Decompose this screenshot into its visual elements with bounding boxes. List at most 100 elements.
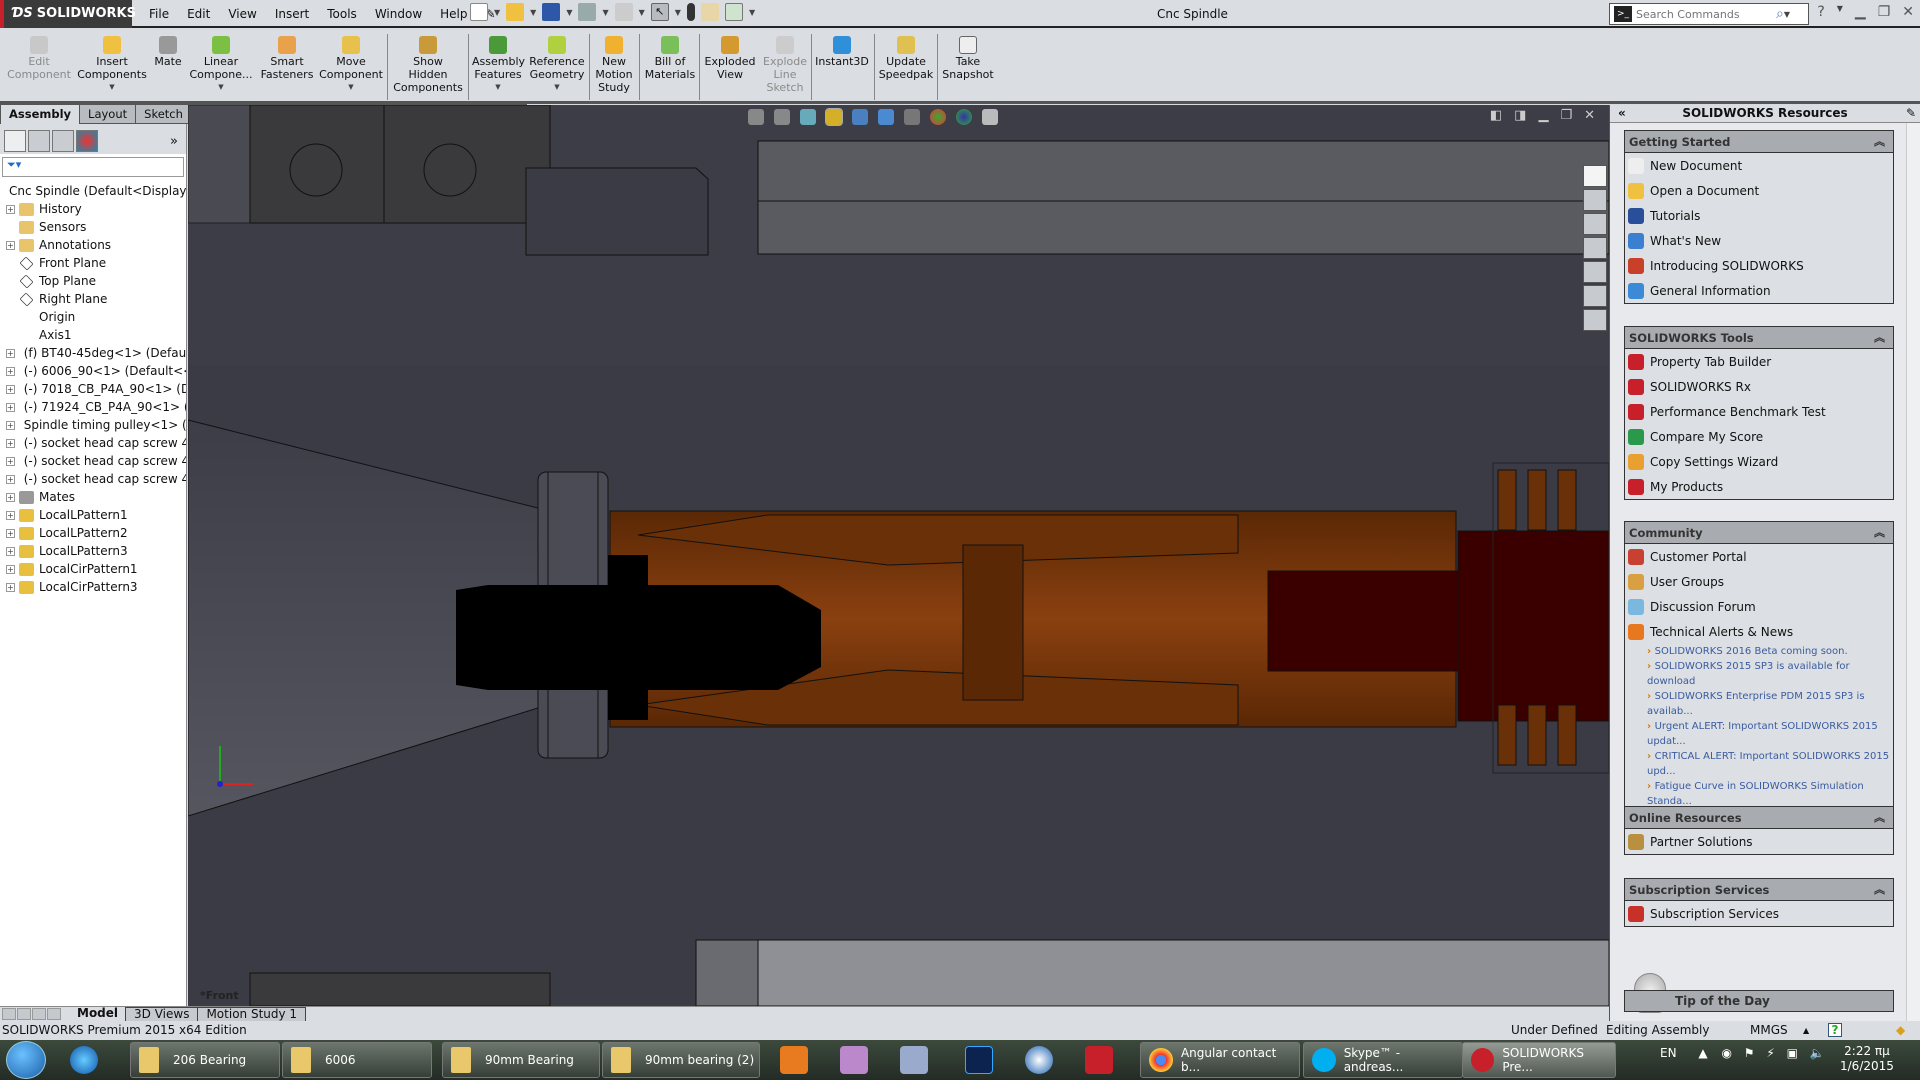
edit-component-button[interactable]: Edit Component [6, 34, 72, 81]
new-document-icon[interactable] [470, 3, 488, 21]
expand-icon[interactable]: + [6, 204, 15, 214]
resource-link[interactable]: My Products [1625, 474, 1893, 499]
open-folder-icon[interactable] [506, 3, 525, 21]
tab-sketch[interactable]: Sketch [135, 104, 192, 124]
photoshop-icon[interactable] [965, 1046, 993, 1074]
taskbar-window-button[interactable]: 90mm bearing (2) [602, 1042, 760, 1078]
view-palette-tab[interactable] [1583, 237, 1607, 259]
taskbar-window-button[interactable]: 6006 [282, 1042, 432, 1078]
configuration-manager-tab[interactable] [52, 130, 74, 152]
menu-view[interactable]: View [219, 7, 265, 21]
resource-link[interactable]: Compare My Score [1625, 424, 1893, 449]
tree-item[interactable]: + LocalCirPattern3 [0, 578, 186, 596]
news-link[interactable]: SOLIDWORKS Enterprise PDM 2015 SP3 is av… [1647, 689, 1893, 719]
solidworks-logo[interactable]: ƊS SOLIDWORKS [0, 0, 136, 28]
task-pane-scrollbar[interactable] [1906, 123, 1920, 1021]
tree-item[interactable]: + (-) 6006_90<1> (Default<<D [0, 362, 186, 380]
calculator-icon[interactable] [900, 1046, 928, 1074]
new-motion-study-button[interactable]: New Motion Study [592, 34, 636, 94]
resource-link[interactable]: Introducing SOLIDWORKS [1625, 253, 1893, 278]
close-button[interactable]: ✕ [1902, 4, 1914, 20]
search-input[interactable] [1636, 7, 1776, 21]
zoom-to-fit-icon[interactable] [748, 109, 764, 125]
quick-tips-icon[interactable]: ? [1828, 1023, 1842, 1037]
resource-link[interactable]: Customer Portal [1625, 544, 1893, 569]
resource-link[interactable]: General Information [1625, 278, 1893, 303]
chevron-down-icon[interactable]: ▼ [472, 81, 524, 94]
tree-item[interactable]: + Spindle timing pulley<1> (4 [0, 416, 186, 434]
tab-motion-study[interactable]: Motion Study 1 [197, 1006, 307, 1022]
chevron-down-icon[interactable]: ▼ [494, 8, 500, 17]
pin-icon[interactable]: ✎ [1906, 105, 1916, 122]
resource-link[interactable]: Open a Document [1625, 178, 1893, 203]
units-selector[interactable]: MMGS [1750, 1023, 1788, 1037]
tree-item[interactable]: Sensors [0, 218, 186, 236]
exploded-view-button[interactable]: Exploded View [702, 34, 758, 81]
tree-filter[interactable]: ⏷▾ [2, 157, 184, 177]
collapse-chevron-icon[interactable]: ︽ [1874, 807, 1885, 829]
minimize-button[interactable]: ▁ [1855, 4, 1866, 20]
restore-button[interactable]: ❐ [1878, 4, 1891, 20]
file-explorer-tab[interactable] [1583, 213, 1607, 235]
resource-link[interactable]: Subscription Services [1625, 901, 1893, 926]
clock[interactable]: 2:22 πμ 1/6/2015 [1840, 1044, 1894, 1074]
previous-view-icon[interactable] [800, 109, 816, 125]
chevron-down-icon[interactable]: ▼ [76, 81, 148, 94]
chevron-down-icon[interactable]: ▼ [318, 81, 384, 94]
units-up-icon[interactable]: ▲ [1803, 1026, 1809, 1035]
chevron-down-icon[interactable]: ▼ [675, 8, 681, 17]
undo-icon[interactable] [614, 3, 633, 21]
resource-link[interactable]: What's New [1625, 228, 1893, 253]
taskbar-window-button[interactable]: 206 Bearing [130, 1042, 280, 1078]
expand-icon[interactable]: + [6, 402, 15, 412]
design-library-tab[interactable] [1583, 189, 1607, 211]
expand-icon[interactable]: + [6, 474, 15, 484]
collapse-chevron-icon[interactable]: ︽ [1874, 522, 1885, 544]
expand-icon[interactable]: + [6, 528, 15, 538]
tree-item[interactable]: + LocalCirPattern1 [0, 560, 186, 578]
display-style-icon[interactable] [878, 109, 894, 125]
resource-link[interactable]: Performance Benchmark Test [1625, 399, 1893, 424]
save-icon[interactable] [542, 3, 561, 21]
collapse-chevron-icon[interactable]: ︽ [1874, 131, 1885, 153]
paint-icon[interactable] [840, 1046, 868, 1074]
close-doc-button[interactable]: ✕ [1584, 108, 1595, 123]
expand-icon[interactable]: + [6, 564, 15, 574]
view-settings-icon[interactable] [982, 109, 998, 125]
tree-item[interactable]: + Annotations [0, 236, 186, 254]
collapse-chevron-icon[interactable]: ︽ [1874, 879, 1885, 901]
tree-item[interactable]: + History [0, 200, 186, 218]
expand-icon[interactable]: + [6, 582, 15, 592]
property-manager-tab[interactable] [28, 130, 50, 152]
resource-link[interactable]: Technical Alerts & News [1625, 619, 1893, 644]
search-icon[interactable]: ⌕ [1776, 6, 1784, 22]
tree-item[interactable]: Right Plane [0, 290, 186, 308]
taskbar-window-button[interactable]: SOLIDWORKS Pre... [1462, 1042, 1616, 1078]
view-orientation-icon[interactable] [852, 109, 868, 125]
reference-geometry-button[interactable]: Reference Geometry ▼ [528, 34, 586, 94]
rebuild-traffic-light-icon[interactable] [686, 3, 695, 21]
group-header[interactable]: SOLIDWORKS Tools ︽ [1625, 327, 1893, 349]
menu-edit[interactable]: Edit [178, 7, 219, 21]
apply-scene-icon[interactable] [956, 109, 972, 125]
tree-item[interactable]: Axis1 [0, 326, 186, 344]
search-commands[interactable]: >_ ⌕▼ [1609, 3, 1809, 25]
resource-link[interactable]: Property Tab Builder [1625, 349, 1893, 374]
chevron-down-icon[interactable]: ▼ [566, 8, 572, 17]
prev-tab-button[interactable] [17, 1007, 31, 1020]
expand-icon[interactable]: + [6, 420, 15, 430]
explode-line-sketch-button[interactable]: Explode Line Sketch [760, 34, 810, 94]
taskbar-window-button[interactable]: Angular contact b... [1140, 1042, 1300, 1078]
group-header[interactable]: Community ︽ [1625, 522, 1893, 544]
chevron-down-icon[interactable]: ▼ [528, 81, 586, 94]
expand-icon[interactable]: + [6, 438, 15, 448]
news-link[interactable]: Fatigue Curve in SOLIDWORKS Simulation S… [1647, 779, 1893, 809]
tree-root[interactable]: Cnc Spindle (Default<Display S [0, 182, 186, 200]
power-icon[interactable]: ⚡ [1766, 1046, 1774, 1060]
news-link[interactable]: SOLIDWORKS 2015 SP3 is available for dow… [1647, 659, 1893, 689]
expand-icon[interactable]: + [6, 384, 15, 394]
expand-icon[interactable]: + [6, 510, 15, 520]
tip-of-the-day[interactable]: Tip of the Day [1624, 990, 1894, 1012]
smart-fasteners-button[interactable]: Smart Fasteners [258, 34, 316, 81]
menu-tools[interactable]: Tools [318, 7, 366, 21]
